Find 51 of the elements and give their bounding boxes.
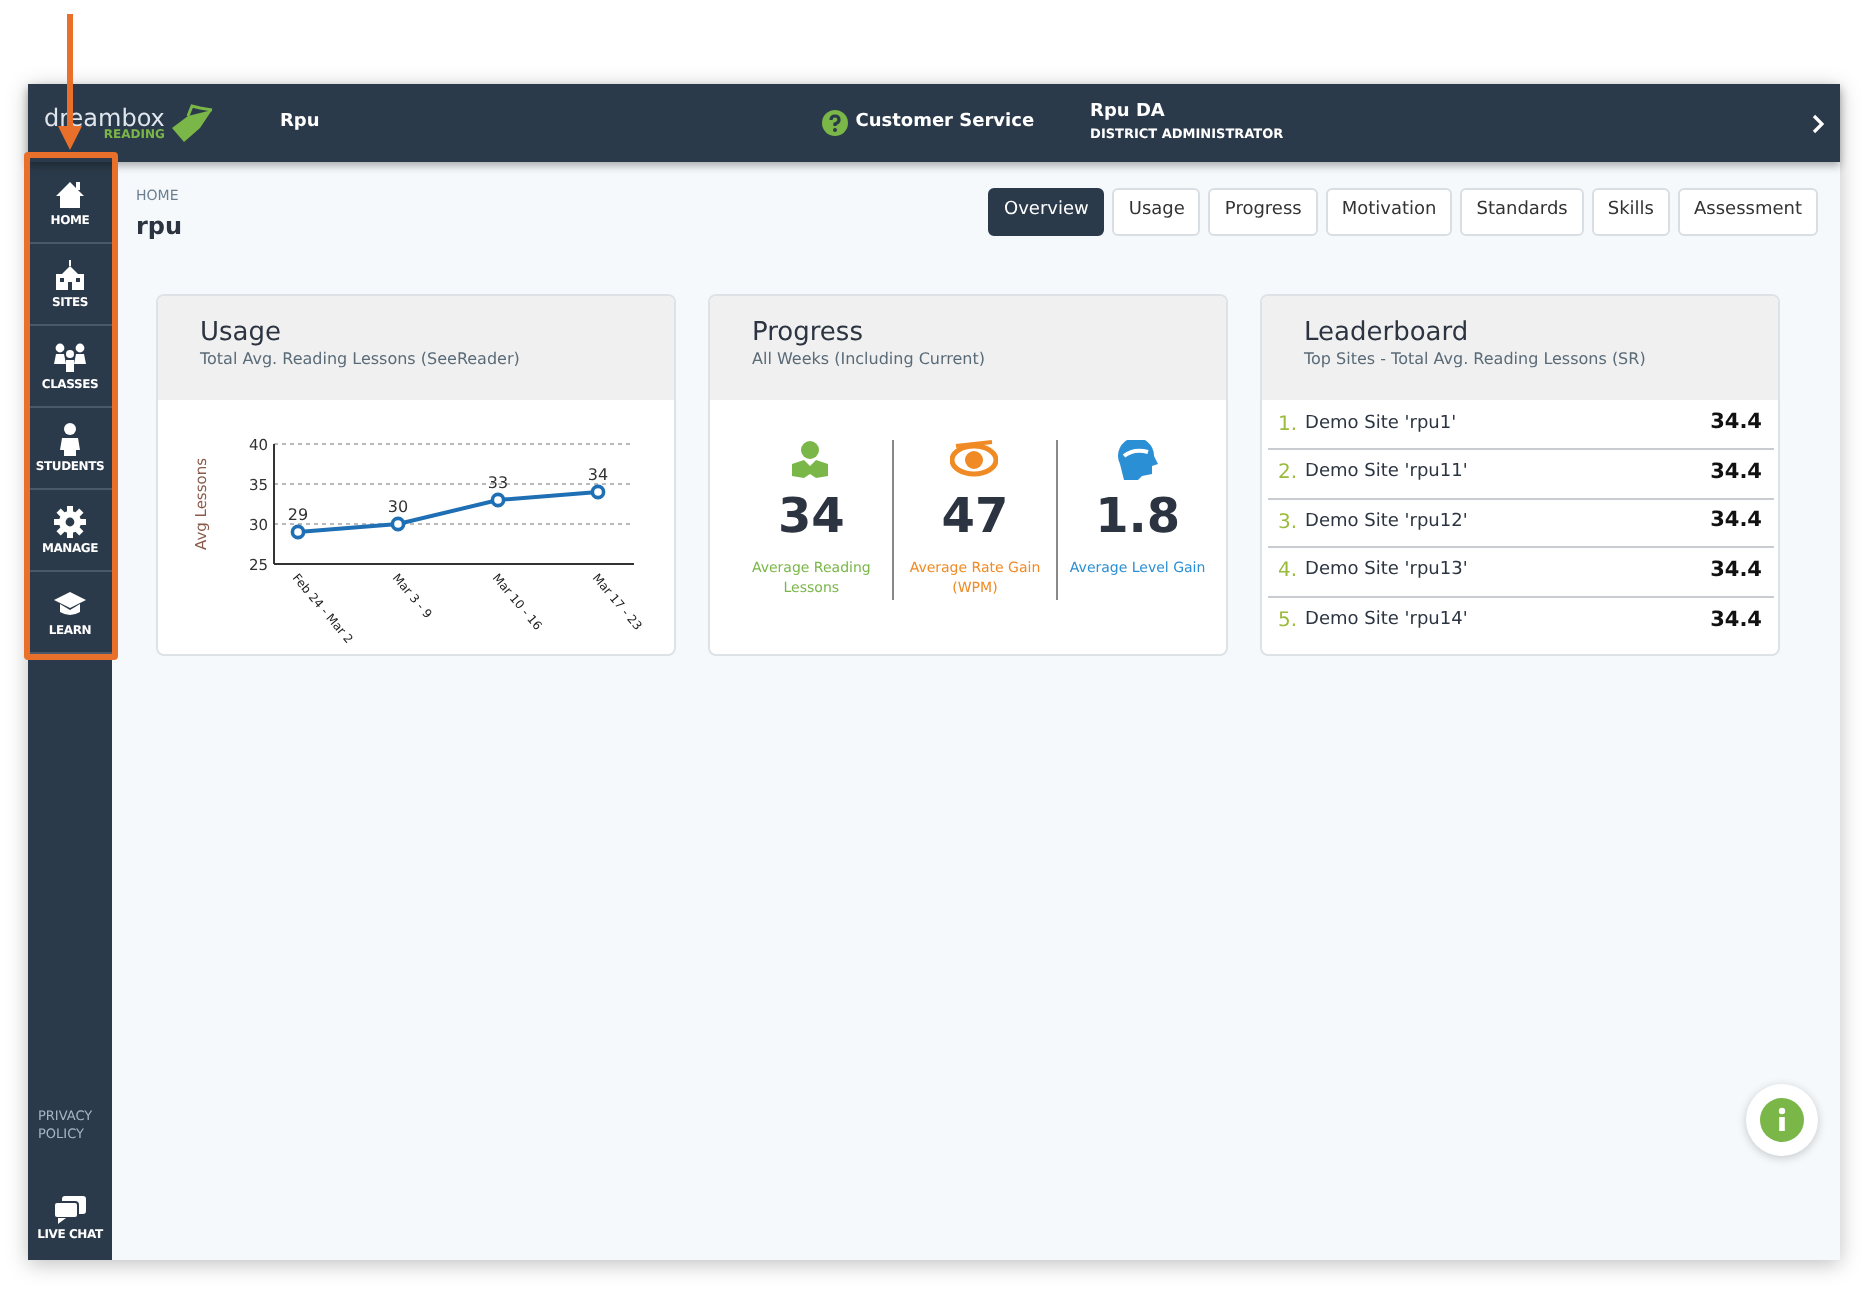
tab[interactable]: Motivation	[1325, 188, 1453, 236]
data-label: 33	[487, 473, 509, 491]
district-name: Rpu	[280, 109, 320, 136]
tab[interactable]: Skills	[1591, 188, 1670, 236]
rank-number: 3.	[1278, 509, 1298, 538]
rank-number: 5.	[1278, 608, 1298, 637]
site-name: Demo Site 'rpu1'	[1305, 411, 1457, 437]
help-icon	[821, 110, 848, 136]
site-name: Demo Site 'rpu13'	[1305, 558, 1468, 584]
chat-icon	[52, 1194, 88, 1226]
rank-number: 4.	[1278, 558, 1298, 587]
metric-value: 1.8	[1095, 489, 1181, 542]
tab[interactable]: Overview	[988, 188, 1105, 236]
tab[interactable]: Progress	[1208, 188, 1318, 236]
group-icon	[52, 339, 88, 375]
chevron-right-icon	[1811, 113, 1824, 133]
card-title: Leaderboard	[1304, 317, 1471, 349]
tab[interactable]: Standards	[1460, 188, 1584, 236]
data-point	[390, 515, 406, 531]
data-point	[290, 523, 306, 539]
data-label: 29	[287, 505, 309, 523]
info-button[interactable]	[1746, 1084, 1818, 1156]
card-subtitle: Top Sites - Total Avg. Reading Lessons (SR)	[1304, 348, 1648, 373]
card-subtitle: All Weeks (Including Current)	[752, 348, 987, 373]
site-name: Demo Site 'rpu14'	[1305, 608, 1468, 634]
school-icon	[52, 257, 88, 293]
data-label: 34	[587, 465, 609, 483]
tab[interactable]: Assessment	[1678, 188, 1818, 236]
info-icon	[1760, 1098, 1804, 1142]
customer-service-link[interactable]: Customer Service	[855, 109, 1035, 137]
card-subtitle: Total Avg. Reading Lessons (SeeReader)	[200, 348, 522, 373]
card-title: Usage	[200, 317, 284, 349]
rank-number: 2.	[1278, 460, 1298, 489]
metric-value: 47	[941, 489, 1009, 542]
site-score: 34.4	[1710, 506, 1762, 537]
metric-value: 34	[777, 489, 845, 542]
user-name: Rpu DA	[1090, 99, 1167, 126]
site-score: 34.4	[1710, 457, 1762, 488]
data-point	[490, 491, 506, 507]
site-score: 34.4	[1710, 605, 1762, 636]
rank-number: 1.	[1278, 411, 1298, 440]
site-name: Demo Site 'rpu11'	[1305, 460, 1468, 486]
site-score: 34.4	[1710, 408, 1762, 439]
site-name: Demo Site 'rpu12'	[1305, 509, 1468, 535]
card-title: Progress	[752, 317, 865, 349]
data-label: 30	[387, 497, 409, 515]
site-score: 34.4	[1710, 555, 1762, 586]
data-point	[590, 483, 606, 499]
page-title: rpu	[136, 209, 183, 243]
tab[interactable]: Usage	[1112, 188, 1201, 236]
gear-icon	[52, 503, 88, 539]
